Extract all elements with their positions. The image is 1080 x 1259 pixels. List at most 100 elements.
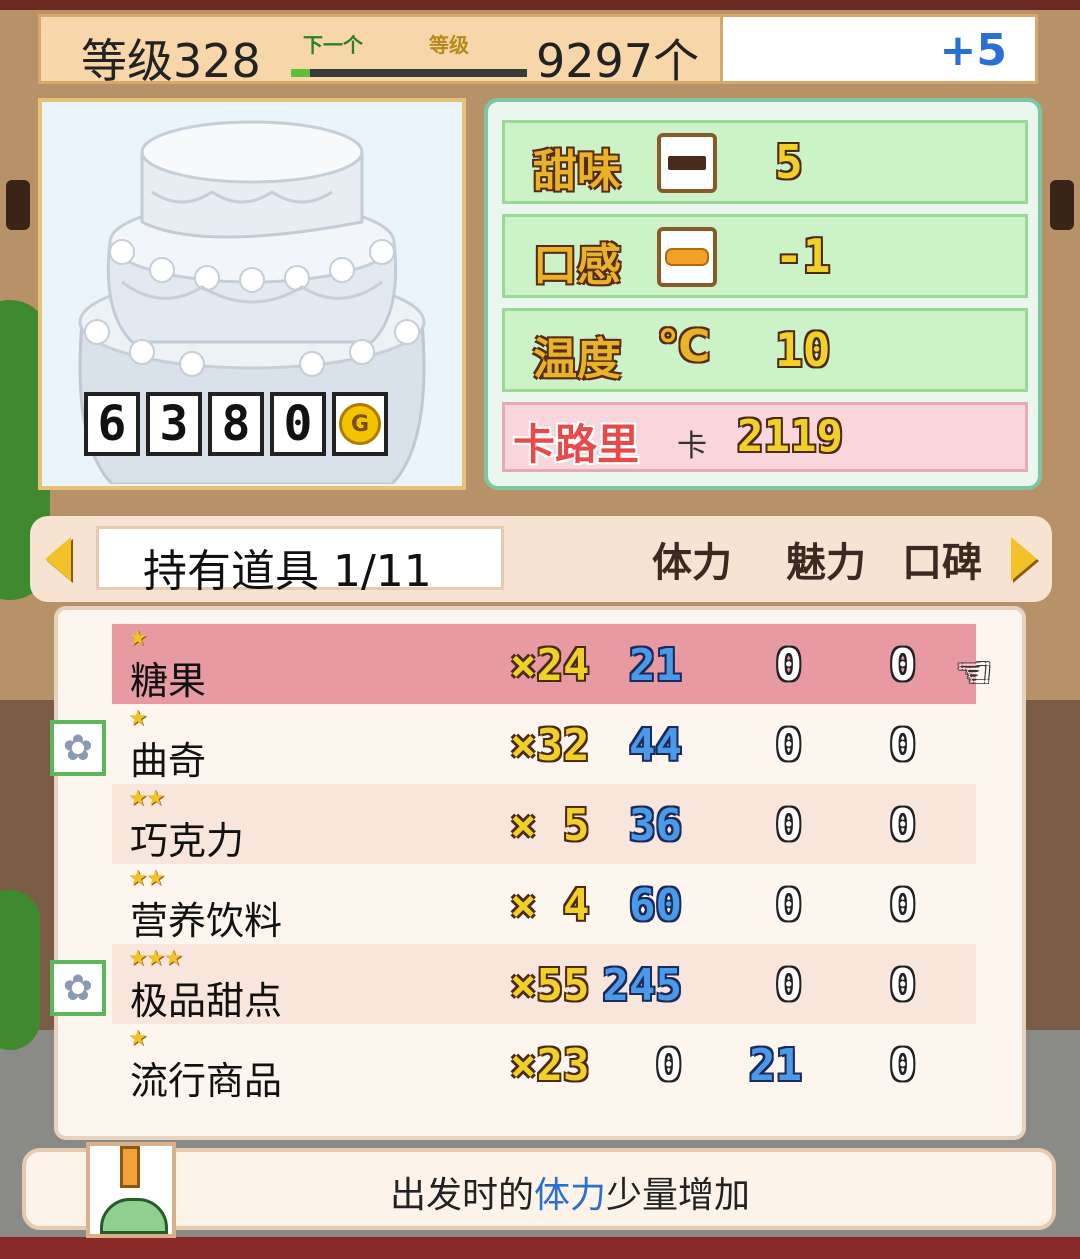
item-name: 巧克力 (130, 819, 245, 863)
item-reputation: 0 (889, 720, 917, 771)
grade-label: 等级 (429, 33, 469, 57)
held-items-title: 持有道具 1/11 (143, 546, 432, 597)
item-name: 糖果 (130, 659, 207, 703)
price-digit: 6 (84, 392, 140, 456)
stat-row-temperature: 温度 ℃ 10 (502, 308, 1028, 392)
rarity-stars: ★★ (128, 866, 165, 891)
price-digit: 8 (208, 392, 264, 456)
arrow-right-icon (1011, 537, 1037, 581)
gold-coin-icon: G (332, 392, 388, 456)
items-list: ★ 糖果 ×24 21 0 0 ★ 曲奇 ×32 44 0 0 ★★ 巧克力 ×… (50, 606, 1026, 1140)
stat-label: 甜味 (533, 146, 621, 197)
bonus-panel: +5 (723, 14, 1038, 84)
equipped-gear-icon[interactable]: ✿ (50, 720, 106, 776)
rarity-stars: ★ (128, 626, 148, 651)
rarity-stars: ★★★ (128, 946, 183, 971)
item-count: 9297个 (536, 34, 700, 88)
hand-pointer-icon: ☜ (956, 650, 992, 696)
scale-icon (86, 1142, 176, 1238)
level-bar: 等级328 下一个 等级 9297个 +5 (38, 14, 1038, 88)
list-item[interactable]: ★ 曲奇 ×32 44 0 0 (112, 704, 976, 784)
list-item[interactable]: ★★★ 极品甜点 ×55 245 0 0 (112, 944, 976, 1024)
stat-value: -1 (775, 229, 831, 283)
product-image-panel: 6 3 8 0 G (38, 98, 466, 490)
item-quantity: ×32 (510, 720, 590, 771)
item-charm: 0 (775, 720, 803, 771)
description-suffix: 少量增加 (606, 1175, 751, 1216)
list-item[interactable]: ★★ 巧克力 × 5 36 0 0 (112, 784, 976, 864)
description-prefix: 出发时的 (390, 1175, 535, 1216)
item-stamina: 60 (629, 880, 682, 931)
bonus-value: +5 (939, 25, 1007, 76)
list-item[interactable]: ★ 糖果 ×24 21 0 0 (112, 624, 976, 704)
item-reputation: 0 (889, 800, 917, 851)
prev-page-button[interactable] (36, 534, 80, 584)
top-border (0, 0, 1080, 10)
item-charm: 0 (775, 880, 803, 931)
stat-row-texture: 口感 -1 (502, 214, 1028, 298)
arrow-left-icon (45, 537, 71, 581)
lamp-icon (6, 180, 30, 230)
stat-value: 5 (775, 135, 803, 189)
currency-label: G (339, 403, 381, 445)
next-label: 下一个 (303, 33, 363, 57)
column-header-charm: 魅力 (786, 540, 866, 586)
item-quantity: × 4 (510, 880, 590, 931)
rarity-stars: ★ (128, 706, 148, 731)
item-stamina: 0 (655, 1040, 683, 1091)
level-text: 等级328 (81, 34, 261, 88)
stat-value: 10 (775, 323, 831, 377)
exp-progress-bar (291, 69, 527, 77)
item-name: 曲奇 (130, 739, 207, 783)
next-page-button[interactable] (1002, 534, 1046, 584)
calorie-value: 2119 (737, 411, 843, 462)
item-charm: 0 (775, 640, 803, 691)
stat-row-sweetness: 甜味 5 (502, 120, 1028, 204)
rarity-stars: ★★ (128, 786, 165, 811)
calorie-unit: 卡 (677, 429, 707, 464)
item-reputation: 0 (889, 960, 917, 1011)
item-reputation: 0 (889, 880, 917, 931)
item-stamina: 21 (629, 640, 682, 691)
item-description: 出发时的体力少量增加 (390, 1166, 750, 1218)
lamp-icon (1050, 180, 1074, 230)
bottom-border (0, 1237, 1080, 1259)
item-stamina: 36 (629, 800, 682, 851)
item-reputation: 0 (889, 640, 917, 691)
item-stamina: 44 (629, 720, 682, 771)
exp-progress-fill (291, 69, 310, 77)
item-charm: 21 (749, 1040, 802, 1091)
price-digit: 0 (270, 392, 326, 456)
chocolate-icon (657, 133, 717, 193)
price-display: 6 3 8 0 G (84, 392, 388, 456)
tree (0, 890, 40, 1050)
item-charm: 0 (775, 960, 803, 1011)
item-name: 营养饮料 (130, 899, 283, 943)
stat-label: 口感 (533, 240, 621, 291)
item-quantity: ×24 (510, 640, 590, 691)
stat-row-calorie: 卡路里 卡 2119 (502, 402, 1028, 472)
item-quantity: × 5 (510, 800, 590, 851)
item-quantity: ×55 (510, 960, 590, 1011)
stat-label: 温度 (533, 334, 621, 385)
equipped-gear-icon[interactable]: ✿ (50, 960, 106, 1016)
bread-icon (657, 227, 717, 287)
price-digit: 3 (146, 392, 202, 456)
item-charm: 0 (775, 800, 803, 851)
calorie-label: 卡路里 (513, 420, 640, 469)
item-quantity: ×23 (510, 1040, 590, 1091)
list-item[interactable]: ★ 流行商品 ×23 0 21 0 (112, 1024, 976, 1104)
item-reputation: 0 (889, 1040, 917, 1091)
rarity-stars: ★ (128, 1026, 148, 1051)
stats-panel: 甜味 5 口感 -1 温度 ℃ 10 卡路里 卡 2119 (484, 98, 1042, 490)
held-items-title-box: 持有道具 1/11 (96, 526, 504, 597)
level-panel: 等级328 下一个 等级 9297个 (38, 14, 723, 88)
item-name: 极品甜点 (130, 979, 283, 1023)
description-highlight: 体力 (534, 1175, 607, 1216)
items-header: 持有道具 1/11 体力 魅力 口碑 (30, 516, 1052, 602)
item-name: 流行商品 (130, 1059, 283, 1103)
column-header-stamina: 体力 (652, 540, 732, 586)
description-bar: 出发时的体力少量增加 (22, 1142, 1056, 1238)
item-stamina: 245 (602, 960, 682, 1011)
list-item[interactable]: ★★ 营养饮料 × 4 60 0 0 (112, 864, 976, 944)
